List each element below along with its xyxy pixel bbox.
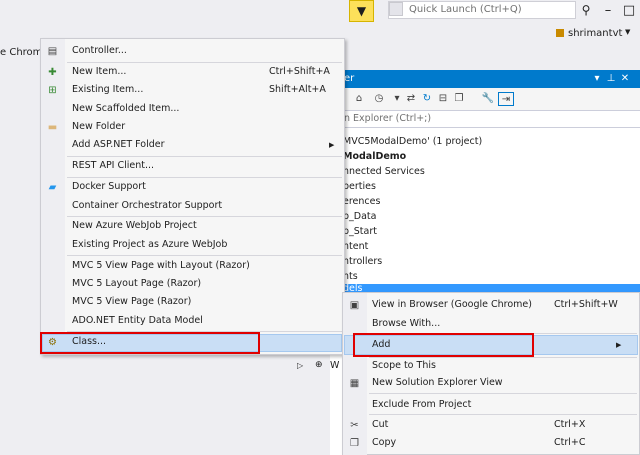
menu-separator (369, 393, 637, 394)
tree-item-solution[interactable]: MVC5ModalDemo' (1 project) (343, 136, 482, 147)
menu-item-existing-item[interactable]: Existing Item... (72, 84, 143, 95)
menu-item-new-folder[interactable]: New Folder (72, 121, 125, 132)
history-icon[interactable]: ◷ (372, 92, 386, 106)
submenu-arrow-icon: ▶ (329, 141, 335, 149)
history-dropdown-icon[interactable]: ▾ (392, 92, 402, 106)
context-menu (342, 292, 640, 455)
new-view-icon: ▦ (349, 378, 360, 389)
menu-item-ado-entity-model[interactable]: ADO.NET Entity Data Model (72, 315, 203, 326)
menu-separator (369, 414, 637, 415)
maximize-button[interactable]: □ (618, 0, 640, 22)
controller-icon: ▤ (47, 46, 58, 57)
tree-item-app-start[interactable]: p_Start (343, 226, 377, 237)
scissors-icon: ✂ (350, 420, 359, 431)
solution-explorer-search[interactable]: n Explorer (Ctrl+;) (330, 110, 640, 128)
menu-item-rest-api-client[interactable]: REST API Client... (72, 160, 154, 171)
menu-item-mvc5-view-page[interactable]: MVC 5 View Page (Razor) (72, 296, 191, 307)
menu-separator (369, 357, 637, 358)
tree-item-properties[interactable]: perties (343, 181, 376, 192)
shortcut-copy: Ctrl+C (554, 437, 586, 448)
close-icon[interactable]: ✕ (618, 70, 632, 88)
tree-item-app-data[interactable]: p_Data (343, 211, 376, 222)
user-dropdown-icon[interactable]: ▼ (625, 28, 630, 36)
menu-item-exclude-from-project[interactable]: Exclude From Project (372, 399, 471, 410)
menu-separator (67, 156, 342, 157)
user-warning-icon (556, 29, 564, 37)
tree-item-references[interactable]: erences (343, 196, 380, 207)
shortcut-new-item: Ctrl+Shift+A (269, 66, 330, 77)
properties-icon[interactable]: 🔧 (481, 92, 495, 106)
menu-item-container-orchestrator[interactable]: Container Orchestrator Support (72, 200, 222, 211)
solution-explorer-title: er (344, 73, 355, 84)
menu-item-new-scaffolded-item[interactable]: New Scaffolded Item... (72, 103, 179, 114)
menu-item-add-aspnet-folder[interactable]: Add ASP.NET Folder (72, 139, 165, 150)
tree-item-partial[interactable]: W (330, 360, 339, 371)
menu-separator (67, 177, 342, 178)
existing-item-icon: ⊞ (48, 85, 57, 96)
refresh-icon[interactable]: ↻ (420, 92, 434, 106)
menu-item-controller[interactable]: Controller... (72, 45, 127, 56)
feedback-filter-button[interactable]: ▼ (349, 0, 374, 22)
collapse-icon[interactable]: ⊟ (436, 92, 450, 106)
tree-item-fonts[interactable]: nts (343, 271, 358, 282)
menu-item-mvc5-view-with-layout[interactable]: MVC 5 View Page with Layout (Razor) (72, 260, 250, 271)
copy-icon: ❐ (350, 438, 359, 449)
funnel-icon: ▼ (356, 4, 367, 18)
new-item-icon: ✚ (48, 67, 57, 78)
dropdown-icon[interactable]: ▾ (590, 70, 604, 88)
menu-item-existing-azure-webjob[interactable]: Existing Project as Azure WebJob (72, 239, 227, 250)
menu-item-scope-to-this[interactable]: Scope to This (372, 360, 436, 371)
show-all-files-icon[interactable]: ❐ (452, 92, 466, 106)
quick-launch-input[interactable]: Quick Launch (Ctrl+Q) (388, 1, 576, 19)
expand-arrow-icon[interactable]: ▷ (297, 361, 303, 370)
annotation-box-class (40, 332, 260, 354)
menu-item-browse-with[interactable]: Browse With... (372, 318, 440, 329)
quick-launch-icon (389, 2, 403, 16)
sync-icon[interactable]: ⇄ (404, 92, 418, 106)
folder-item-icon: ⊕ (315, 360, 323, 370)
menu-item-new-solution-view[interactable]: New Solution Explorer View (372, 377, 503, 388)
menu-separator (67, 62, 342, 63)
menu-item-copy[interactable]: Copy (372, 437, 396, 448)
tree-item-content[interactable]: ntent (343, 241, 368, 252)
shortcut-cut: Ctrl+X (554, 419, 586, 430)
docker-icon: ▰ (48, 182, 57, 193)
pin-icon[interactable]: ⊥ (604, 70, 618, 88)
home-icon[interactable]: ⌂ (352, 92, 366, 106)
menu-separator (67, 255, 342, 256)
menu-item-new-azure-webjob[interactable]: New Azure WebJob Project (72, 220, 197, 231)
menu-item-cut[interactable]: Cut (372, 419, 388, 430)
shortcut-view-in-browser: Ctrl+Shift+W (554, 299, 618, 310)
preview-icon[interactable]: ⇥ (498, 92, 514, 106)
tree-item-connected-services[interactable]: nnected Services (343, 166, 425, 177)
browser-icon: ▣ (349, 300, 360, 311)
menu-item-view-in-browser[interactable]: View in Browser (Google Chrome) (372, 299, 532, 310)
annotation-box-add (353, 333, 534, 357)
shortcut-existing-item: Shift+Alt+A (269, 84, 326, 95)
tree-item-controllers[interactable]: ntrollers (343, 256, 382, 267)
menu-item-docker-support[interactable]: Docker Support (72, 181, 146, 192)
user-name[interactable]: shrimantvt (568, 28, 622, 39)
search-icon[interactable]: ⚲ (577, 1, 595, 19)
menu-item-mvc5-layout-page[interactable]: MVC 5 Layout Page (Razor) (72, 278, 201, 289)
minimize-button[interactable]: – (597, 0, 619, 22)
menu-separator (67, 216, 342, 217)
folder-icon: ▬ (47, 122, 58, 133)
menu-item-new-item[interactable]: New Item... (72, 66, 126, 77)
submenu-arrow-icon: ▶ (616, 341, 622, 349)
tree-item-project[interactable]: ModalDemo (343, 151, 406, 162)
